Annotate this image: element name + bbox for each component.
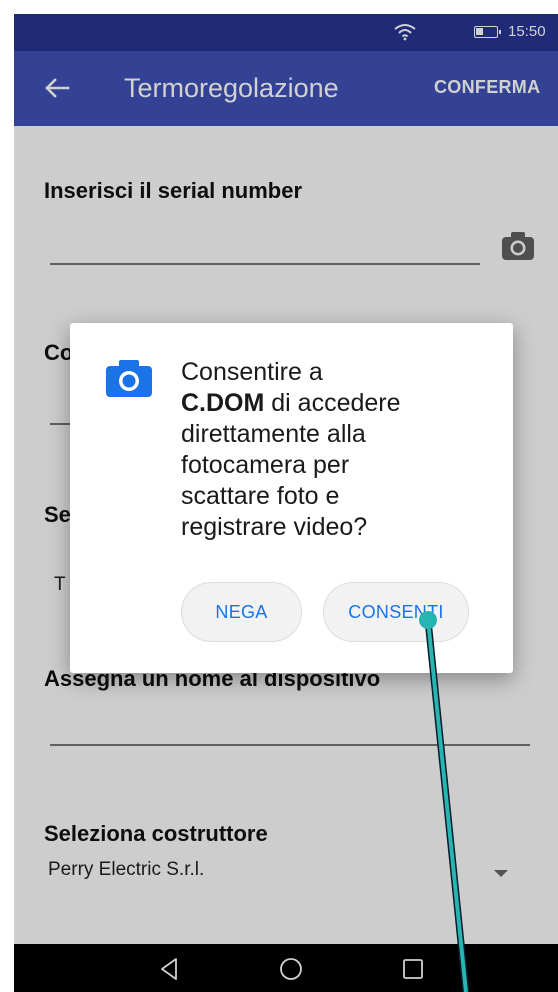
message-line: C.DOM di accedere [181,388,471,419]
message-line: scattare foto e [181,482,340,510]
message-line: direttamente alla [181,420,366,448]
message-line: Consentire a [181,358,323,386]
permission-message: Consentire a C.DOM di accedere direttame… [181,357,471,543]
allow-button[interactable]: CONSENTI [323,582,469,642]
phone-screen: 15:50 Termoregolazione CONFERMA Inserisc… [14,14,558,992]
message-line: fotocamera per [181,451,350,479]
message-line: registrare video? [181,513,368,541]
app-name: C.DOM [181,389,265,417]
camera-icon [106,360,152,397]
permission-dialog: Consentire a C.DOM di accedere direttame… [70,323,513,673]
message-text: di accedere [264,389,401,417]
deny-button[interactable]: NEGA [181,582,302,642]
